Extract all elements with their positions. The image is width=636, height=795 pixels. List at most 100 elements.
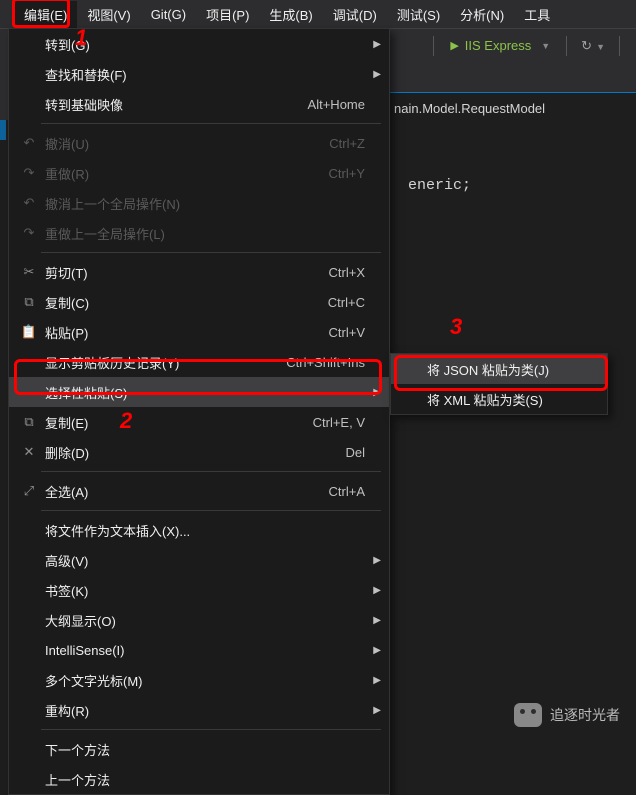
menu-shortcut: Alt+Home [308,97,381,112]
menu-shortcut: Ctrl+V [329,325,381,340]
chevron-right-icon: ▶ [373,645,381,656]
menu-item-label: 撤消(U) [41,134,329,153]
menu-item[interactable]: 显示剪贴板历史记录(Y)Ctrl+Shift+Ins [9,347,389,377]
menu-item-label: 高级(V) [41,551,381,570]
paste-special-submenu: 将 JSON 粘贴为类(J) 将 XML 粘贴为类(S) [390,353,608,415]
menu-analyze[interactable]: 分析(N) [450,1,514,28]
chevron-right-icon: ▶ [373,585,381,596]
cut-icon: ✂ [17,264,41,280]
menu-item-label: 复制(E) [41,413,313,432]
menu-debug[interactable]: 调试(D) [323,1,387,28]
menu-item[interactable]: IntelliSense(I)▶ [9,635,389,665]
select-all-icon: ⤢ [17,483,41,499]
menu-item[interactable]: 将文件作为文本插入(X)... [9,515,389,545]
menu-item: ↶撤消(U)Ctrl+Z [9,128,389,158]
chevron-right-icon: ▶ [373,615,381,626]
menu-item[interactable]: 转到基础映像Alt+Home [9,89,389,119]
menu-item-label: 复制(C) [41,293,328,312]
menu-test[interactable]: 测试(S) [387,1,450,28]
chevron-right-icon: ▶ [373,69,381,80]
submenu-item-label: 将 JSON 粘贴为类(J) [423,360,599,379]
chevron-down-icon: ▼ [596,42,605,52]
menu-shortcut: Del [345,445,381,460]
menu-item[interactable]: 查找和替换(F)▶ [9,59,389,89]
menu-item[interactable]: 转到(G)▶ [9,29,389,59]
menu-item[interactable]: ✕删除(D)Del [9,437,389,467]
menu-shortcut: Ctrl+Z [329,136,381,151]
toolbar-separator [566,36,567,56]
watermark-text: 追逐时光者 [550,705,620,725]
annotation-label-1: 1 [75,25,87,51]
undo-icon: ↶ [17,195,41,211]
annotation-label-3: 3 [450,314,462,340]
paste-icon: 📋 [17,324,41,340]
menu-tools[interactable]: 工具 [514,1,560,28]
run-button[interactable]: ▶ IIS Express ▼ [442,36,558,55]
chevron-right-icon: ▶ [373,705,381,716]
left-accent [0,120,6,140]
menu-item-label: 删除(D) [41,443,345,462]
menu-item[interactable]: 选择性粘贴(S)▶ [9,377,389,407]
menu-item-label: 显示剪贴板历史记录(Y) [41,353,286,372]
menu-separator [41,729,381,730]
menu-item-label: 粘贴(P) [41,323,329,342]
menu-shortcut: Ctrl+E, V [313,415,381,430]
menubar: 编辑(E) 视图(V) Git(G) 项目(P) 生成(B) 调试(D) 测试(… [0,0,636,28]
redo-icon: ↷ [17,165,41,181]
menu-item[interactable]: 重构(R)▶ [9,695,389,725]
menu-shortcut: Ctrl+A [329,484,381,499]
menu-edit[interactable]: 编辑(E) [14,1,77,28]
menu-item[interactable]: 书签(K)▶ [9,575,389,605]
menu-item-label: 重做(R) [41,164,329,183]
menu-separator [41,123,381,124]
menu-view[interactable]: 视图(V) [77,1,140,28]
menu-shortcut: Ctrl+X [329,265,381,280]
menu-item-label: 大纲显示(O) [41,611,381,630]
menu-separator [41,252,381,253]
refresh-button[interactable]: ↻▼ [575,36,611,56]
menu-shortcut: Ctrl+Shift+Ins [286,355,381,370]
duplicate-icon: ⧉ [17,414,41,430]
menu-item-label: 撤消上一个全局操作(N) [41,194,381,213]
menu-item[interactable]: 高级(V)▶ [9,545,389,575]
editor-tab[interactable]: nain.Model.RequestModel [388,92,636,124]
menu-build[interactable]: 生成(B) [259,1,322,28]
menu-item-label: 下一个方法 [41,740,381,759]
menu-item-label: 全选(A) [41,482,329,501]
submenu-item[interactable]: 将 JSON 粘贴为类(J) [391,354,607,384]
menu-separator [41,510,381,511]
submenu-item[interactable]: 将 XML 粘贴为类(S) [391,384,607,414]
menu-item[interactable]: ⤢全选(A)Ctrl+A [9,476,389,506]
chevron-right-icon: ▶ [373,39,381,50]
menu-git[interactable]: Git(G) [141,3,196,26]
menu-item[interactable]: 📋粘贴(P)Ctrl+V [9,317,389,347]
menu-item: ↶撤消上一个全局操作(N) [9,188,389,218]
menu-item-label: 上一个方法 [41,770,381,789]
submenu-item-label: 将 XML 粘贴为类(S) [423,390,599,409]
watermark: 追逐时光者 [514,703,620,727]
copy-icon: ⧉ [17,294,41,310]
menu-item[interactable]: 上一个方法 [9,764,389,794]
menu-item[interactable]: 下一个方法 [9,734,389,764]
chevron-down-icon: ▼ [541,41,550,51]
menu-item-label: 转到基础映像 [41,95,308,114]
delete-icon: ✕ [17,444,41,460]
menu-item[interactable]: ⧉复制(C)Ctrl+C [9,287,389,317]
menu-separator [41,471,381,472]
menu-project[interactable]: 项目(P) [196,1,259,28]
menu-item-label: 剪切(T) [41,263,329,282]
menu-item[interactable]: ✂剪切(T)Ctrl+X [9,257,389,287]
menu-item[interactable]: 多个文字光标(M)▶ [9,665,389,695]
menu-item[interactable]: 大纲显示(O)▶ [9,605,389,635]
menu-item: ↷重做(R)Ctrl+Y [9,158,389,188]
play-icon: ▶ [450,39,458,52]
chevron-right-icon: ▶ [373,675,381,686]
menu-item-label: 书签(K) [41,581,381,600]
menu-item[interactable]: ⧉复制(E)Ctrl+E, V [9,407,389,437]
menu-item-label: 多个文字光标(M) [41,671,381,690]
annotation-label-2: 2 [120,408,132,434]
menu-item-label: IntelliSense(I) [41,643,381,658]
redo-icon: ↷ [17,225,41,241]
undo-icon: ↶ [17,135,41,151]
wechat-icon [514,703,542,727]
